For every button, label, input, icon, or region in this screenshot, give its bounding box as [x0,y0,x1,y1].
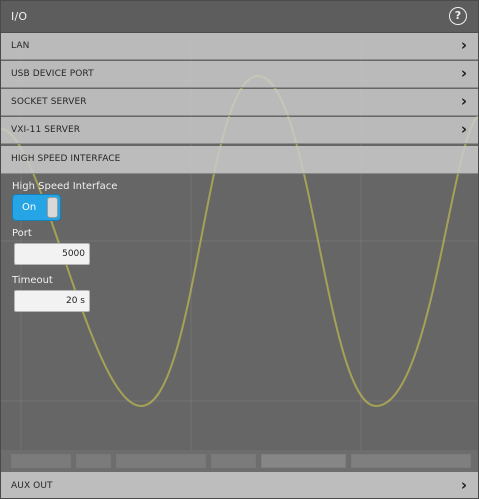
timeout-input[interactable]: 20 s [14,290,90,312]
section-title: HIGH SPEED INTERFACE [11,154,121,164]
io-dialog: I/O ? LAN › USB DEVICE PORT › SOCKET SER… [0,0,479,499]
dialog-title: I/O [11,10,28,23]
toggle-knob[interactable] [47,197,58,218]
chevron-right-icon: › [460,92,467,110]
menu-item-label: LAN [11,41,30,51]
menu-item-usb-device-port[interactable]: USB DEVICE PORT › [1,61,478,88]
chevron-right-icon: › [460,64,467,82]
menu-item-vxi11-server[interactable]: VXI-11 SERVER › [1,117,478,144]
status-block [211,454,256,468]
high-speed-interface-label: High Speed Interface [12,181,118,192]
status-block [116,454,206,468]
chevron-right-icon: › [460,36,467,54]
toggle-value: On [22,202,37,213]
timeout-label: Timeout [12,275,53,286]
menu-item-lan[interactable]: LAN › [1,33,478,60]
status-block [11,454,71,468]
high-speed-interface-header[interactable]: HIGH SPEED INTERFACE [1,146,478,174]
menu-item-label: VXI-11 SERVER [11,125,81,135]
chevron-right-icon: › [460,476,467,494]
status-block [261,454,346,468]
menu-item-label: SOCKET SERVER [11,97,87,107]
chevron-right-icon: › [460,120,467,138]
menu-item-socket-server[interactable]: SOCKET SERVER › [1,89,478,116]
status-block [76,454,111,468]
status-block [351,454,471,468]
high-speed-interface-toggle[interactable]: On [12,194,61,221]
background-status-strip [1,450,478,472]
menu-item-label: USB DEVICE PORT [11,69,94,79]
menu-item-aux-out[interactable]: AUX OUT › [1,472,478,498]
menu-item-label: AUX OUT [11,481,53,491]
port-label: Port [12,228,32,239]
port-input[interactable]: 5000 [14,243,90,265]
dialog-titlebar: I/O ? [1,1,478,33]
help-circle-icon[interactable]: ? [449,7,467,25]
